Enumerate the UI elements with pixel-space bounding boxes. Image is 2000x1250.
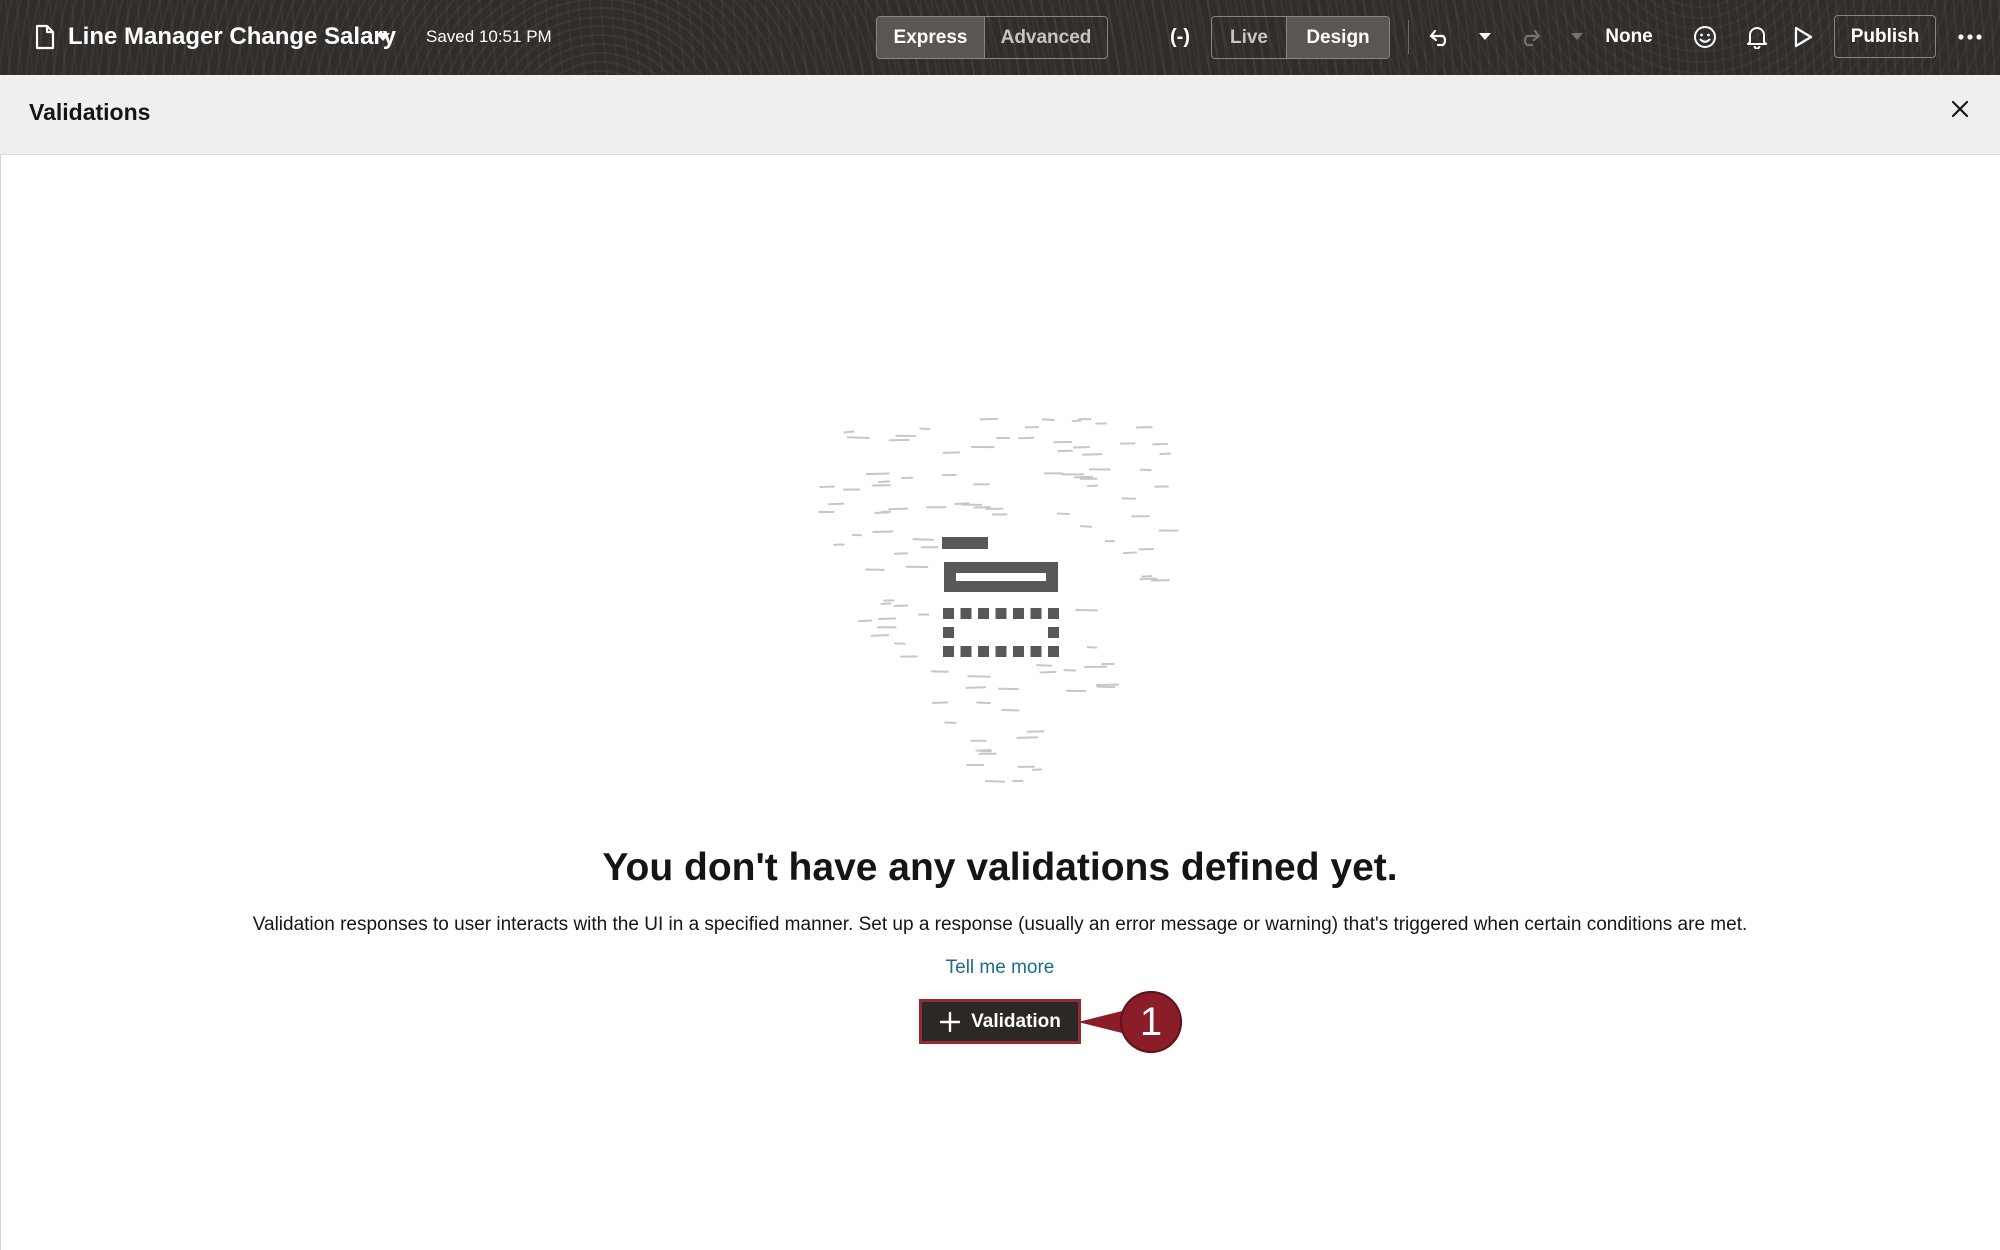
tell-me-more-link-text[interactable]: Tell me more xyxy=(946,957,1055,978)
illustration-dash xyxy=(1056,512,1071,516)
document-icon xyxy=(30,21,60,53)
illustration-key xyxy=(1013,608,1024,619)
illustration-key xyxy=(943,627,954,638)
mode-advanced-button[interactable]: Advanced xyxy=(985,17,1107,58)
illustration-dash xyxy=(997,687,1019,691)
illustration-key xyxy=(1013,646,1024,657)
illustration-dash xyxy=(1159,452,1172,456)
illustration-key xyxy=(978,608,989,619)
illustration-dash xyxy=(1152,442,1169,446)
close-icon[interactable] xyxy=(1944,93,1976,125)
empty-state-description: Validation responses to user interacts w… xyxy=(252,914,1748,935)
illustration-key xyxy=(960,646,972,657)
illustration-key xyxy=(995,646,1007,657)
illustration-key xyxy=(995,608,1007,619)
toolbar-divider xyxy=(1408,20,1409,54)
callout-badge: 1 xyxy=(1120,991,1182,1053)
illustration-dash xyxy=(872,530,894,533)
illustration-dash xyxy=(1041,418,1055,421)
illustration-dash xyxy=(870,634,890,637)
illustration-dash xyxy=(843,430,855,434)
illustration-dash xyxy=(1016,736,1039,739)
form-validation-illustration xyxy=(760,417,1240,808)
illustration-dash xyxy=(965,686,987,689)
illustration-dash xyxy=(858,619,873,623)
illustration-dash xyxy=(893,552,909,555)
illustration-key xyxy=(943,608,954,619)
illustration-dash xyxy=(1122,551,1137,555)
illustration-dash xyxy=(1039,670,1057,674)
app-header: Line Manager Change Salary Saved 10:51 P… xyxy=(0,0,2000,75)
illustration-dash xyxy=(865,472,890,476)
expression-icon[interactable]: (-) xyxy=(1162,20,1198,54)
illustration-dash xyxy=(912,538,935,541)
undo-dropdown-icon[interactable] xyxy=(1474,24,1496,50)
redo-icon[interactable] xyxy=(1512,20,1546,54)
view-design-button[interactable]: Design xyxy=(1287,17,1389,58)
illustration-key xyxy=(960,608,972,619)
illustration-dash xyxy=(893,604,909,608)
tell-me-more-link: Tell me more xyxy=(0,957,2000,979)
illustration-key xyxy=(1048,608,1059,619)
illustration-dash xyxy=(1057,449,1073,453)
more-horizontal-icon[interactable] xyxy=(1950,19,1990,55)
view-live-button[interactable]: Live xyxy=(1212,17,1287,58)
panel-title: Validations xyxy=(29,99,151,125)
illustration-key xyxy=(1030,646,1042,657)
illustration-dash xyxy=(846,436,870,439)
bell-icon[interactable] xyxy=(1740,19,1774,55)
illustration-dash xyxy=(880,602,892,605)
illustration-dash xyxy=(827,502,845,506)
validations-panel-header: Validations xyxy=(0,75,2000,155)
illustration-dash xyxy=(1036,664,1053,667)
mode-toggle: Express Advanced xyxy=(876,16,1108,59)
view-toggle: Live Design xyxy=(1211,16,1390,59)
add-validation-label: Validation xyxy=(971,1010,1061,1032)
illustration-key xyxy=(1048,646,1059,657)
illustration-dash xyxy=(1139,468,1152,472)
callout-pointer xyxy=(1078,1011,1122,1033)
illustration-key xyxy=(1048,627,1059,638)
saved-status: Saved 10:51 PM xyxy=(426,27,552,46)
illustration-dash xyxy=(888,507,909,511)
caret-down-icon[interactable] xyxy=(370,24,396,50)
undo-icon[interactable] xyxy=(1424,20,1458,54)
smiley-icon[interactable] xyxy=(1688,19,1722,55)
illustration-dash xyxy=(1096,685,1116,689)
illustration-key xyxy=(978,646,989,657)
illustration-key xyxy=(943,646,954,657)
illustration-key xyxy=(1030,608,1042,619)
illustration-dash xyxy=(1082,453,1103,456)
app-title: Line Manager Change Salary xyxy=(68,23,397,50)
illustration-dash xyxy=(979,417,999,421)
add-validation-button[interactable]: Validation xyxy=(919,999,1081,1044)
illustration-dash xyxy=(1087,484,1098,488)
redo-dropdown-icon[interactable] xyxy=(1566,24,1588,50)
play-icon[interactable] xyxy=(1786,19,1820,55)
illustration-dash xyxy=(984,780,1006,783)
plus-icon xyxy=(939,1011,961,1033)
mode-express-button[interactable]: Express xyxy=(877,17,985,58)
illustration-dash xyxy=(1017,436,1035,440)
publish-button[interactable]: Publish xyxy=(1834,15,1936,58)
sandbox-selector[interactable]: None xyxy=(1598,20,1660,54)
illustration-dash xyxy=(1079,525,1093,528)
illustration-dash xyxy=(976,701,991,705)
illustration-dash xyxy=(967,675,991,678)
panel-border xyxy=(0,155,1,1250)
empty-state-heading: You don't have any validations defined y… xyxy=(602,846,1398,889)
